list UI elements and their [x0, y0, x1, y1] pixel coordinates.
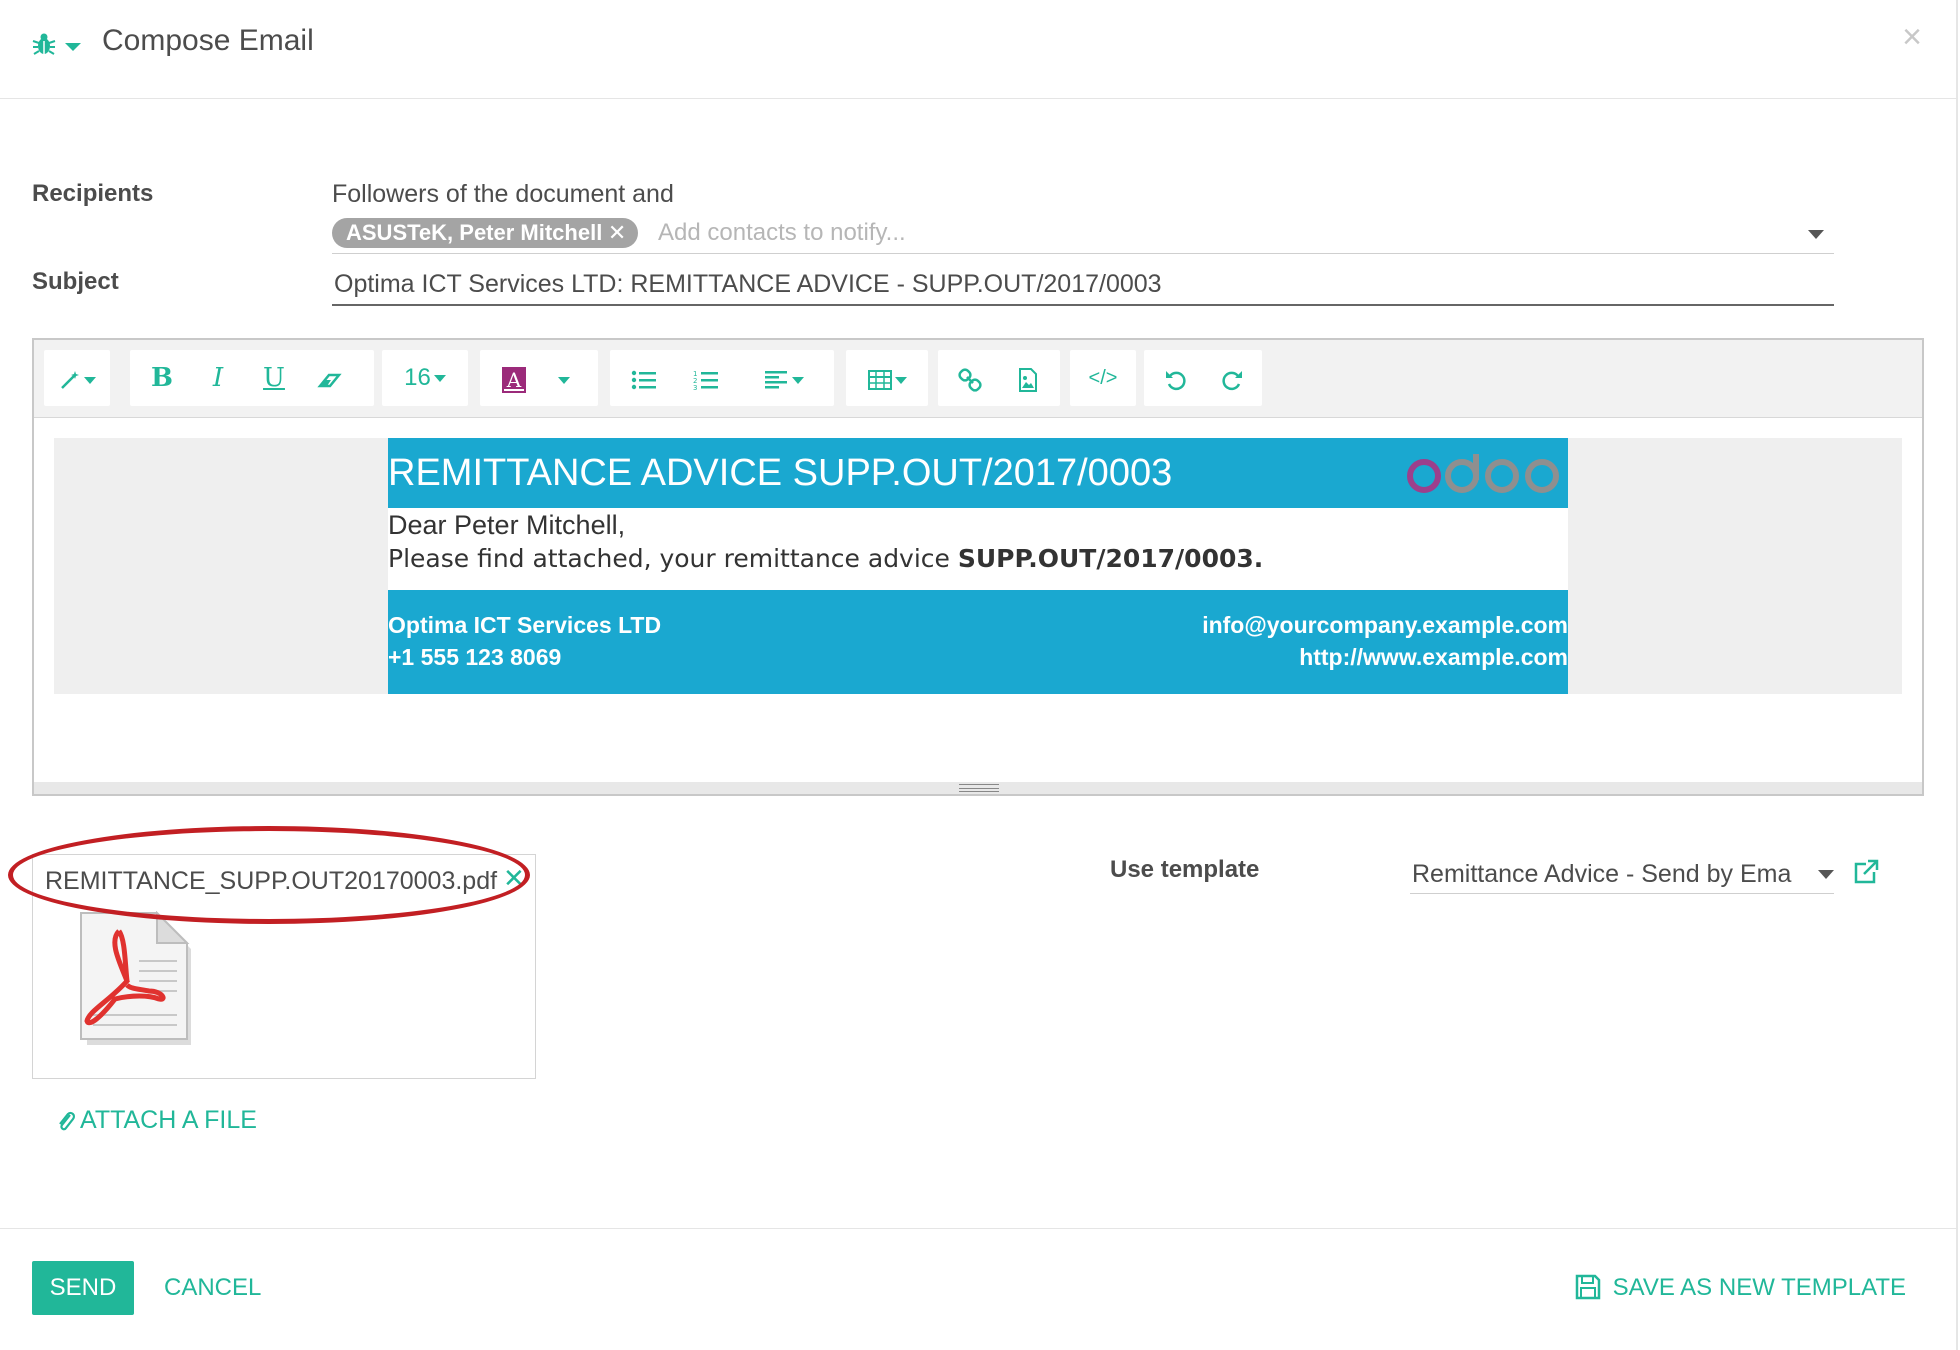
highlight-ellipse [8, 826, 530, 924]
bold-icon[interactable]: B [134, 350, 190, 406]
magic-wand-icon[interactable] [44, 350, 110, 406]
dialog-title: Compose Email [102, 24, 314, 57]
email-banner: REMITTANCE ADVICE SUPP.OUT/2017/0003 [388, 438, 1568, 508]
message-text: Please find attached, your remittance ad… [388, 544, 958, 573]
pdf-file-icon[interactable] [79, 911, 197, 1051]
code-group: </> [1070, 350, 1136, 406]
font-size-dropdown[interactable]: 16 [382, 350, 468, 406]
close-icon[interactable]: × [1902, 20, 1922, 54]
image-icon[interactable] [1000, 350, 1056, 406]
template-dropdown-icon[interactable] [1818, 870, 1834, 879]
email-body-canvas[interactable]: REMITTANCE ADVICE SUPP.OUT/2017/0003 Dea… [54, 438, 1902, 694]
bug-icon[interactable] [31, 31, 57, 57]
banner-title: REMITTANCE ADVICE SUPP.OUT/2017/0003 [388, 452, 1173, 494]
svg-text:A: A [506, 368, 522, 392]
floppy-disk-icon [1575, 1274, 1600, 1299]
send-button[interactable]: SEND [32, 1261, 134, 1315]
footer-website: http://www.example.com [1299, 644, 1568, 670]
message-reference: SUPP.OUT/2017/0003. [957, 544, 1264, 573]
recipients-placeholder[interactable]: Add contacts to notify... [658, 218, 906, 248]
redo-icon[interactable] [1204, 350, 1260, 406]
recipient-tag-label: ASUSTeK, Peter Mitchell [346, 220, 603, 245]
remove-recipient-icon[interactable]: ✕ [608, 218, 626, 248]
link-icon[interactable] [942, 350, 998, 406]
color-group: A [480, 350, 598, 406]
attach-file-link[interactable]: ATTACH A FILE [56, 1106, 257, 1135]
ordered-list-icon[interactable]: 123 [678, 350, 734, 406]
email-greeting: Dear Peter Mitchell, [388, 510, 626, 540]
subject-input[interactable]: Optima ICT Services LTD: REMITTANCE ADVI… [332, 266, 1834, 306]
subject-label: Subject [32, 268, 119, 295]
unordered-list-icon[interactable] [616, 350, 672, 406]
footer-phone: +1 555 123 8069 [388, 644, 562, 670]
followers-text: Followers of the document and [332, 180, 674, 208]
attach-file-label: ATTACH A FILE [80, 1106, 257, 1134]
editor-resize-handle[interactable] [34, 782, 1922, 794]
align-icon[interactable] [744, 350, 824, 406]
dialog-footer: SEND CANCEL SAVE AS NEW TEMPLATE [0, 1228, 1958, 1350]
email-message: Dear Peter Mitchell, Please find attache… [388, 508, 1568, 590]
footer-company: Optima ICT Services LTD [388, 612, 662, 638]
paperclip-icon [59, 1112, 76, 1131]
compose-email-dialog: Compose Email × Recipients Followers of … [0, 0, 1958, 1350]
dialog-header: Compose Email × [0, 0, 1958, 99]
email-message-line: Please find attached, your remittance ad… [388, 544, 1263, 573]
debug-menu-caret-icon[interactable] [65, 43, 81, 51]
style-group [44, 350, 110, 406]
history-group [1144, 350, 1262, 406]
editor-toolbar: B I U 16 A 123 </> [34, 340, 1922, 418]
email-footer-band: Optima ICT Services LTD +1 555 123 8069 … [388, 590, 1568, 694]
html-editor[interactable]: B I U 16 A 123 </> REMITTANCE ADVICE SUP… [32, 338, 1924, 796]
insert-group [938, 350, 1060, 406]
recipient-tag: ASUSTeK, Peter Mitchell ✕ [332, 218, 639, 248]
eraser-icon[interactable] [302, 350, 358, 406]
text-color-icon[interactable]: A [492, 350, 536, 406]
font-style-group: B I U [130, 350, 374, 406]
table-group [846, 350, 928, 406]
recipients-label: Recipients [32, 180, 154, 207]
svg-text:3: 3 [693, 384, 697, 391]
font-size-value: 16 [404, 364, 431, 391]
resize-grip-icon[interactable] [959, 784, 999, 792]
undo-icon[interactable] [1148, 350, 1204, 406]
save-as-template-label: SAVE AS NEW TEMPLATE [1612, 1274, 1906, 1301]
table-icon[interactable] [846, 350, 928, 406]
external-link-icon[interactable] [1852, 858, 1880, 886]
footer-email: info@yourcompany.example.com [1202, 612, 1568, 638]
recipients-dropdown-icon[interactable] [1808, 230, 1824, 239]
cancel-button[interactable]: CANCEL [164, 1261, 261, 1315]
template-select[interactable]: Remittance Advice - Send by Ema [1410, 854, 1834, 894]
underline-icon[interactable]: U [246, 350, 302, 406]
recipients-input[interactable]: ASUSTeK, Peter Mitchell ✕ Add contacts t… [332, 216, 1834, 254]
save-as-template-button[interactable]: SAVE AS NEW TEMPLATE [1575, 1261, 1906, 1315]
code-view-icon[interactable]: </> [1070, 350, 1136, 406]
use-template-label: Use template [1110, 856, 1260, 883]
odoo-logo [1407, 454, 1559, 493]
font-size-group: 16 [382, 350, 468, 406]
paragraph-group: 123 [610, 350, 834, 406]
italic-icon[interactable]: I [190, 350, 246, 406]
color-dropdown-icon[interactable] [542, 350, 582, 406]
